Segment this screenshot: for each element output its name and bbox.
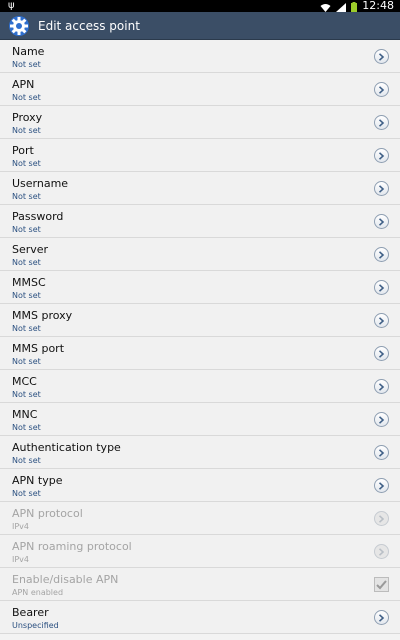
chevron-right-icon[interactable] xyxy=(374,115,389,130)
chevron-right-icon[interactable] xyxy=(374,280,389,295)
setting-label: APN roaming protocol xyxy=(12,540,132,553)
chevron-right-icon[interactable] xyxy=(374,214,389,229)
setting-value: Not set xyxy=(12,159,41,168)
setting-value: Not set xyxy=(12,225,41,234)
chevron-right-icon[interactable] xyxy=(374,148,389,163)
enable-apn-checkbox[interactable] xyxy=(374,577,389,592)
setting-value: Not set xyxy=(12,60,41,69)
usb-icon: ψ xyxy=(8,0,15,11)
setting-value: Not set xyxy=(12,489,41,498)
setting-label: MMS proxy xyxy=(12,309,73,322)
chevron-right-icon[interactable] xyxy=(374,445,389,460)
setting-label: Bearer xyxy=(12,606,49,619)
setting-row[interactable]: Enable/disable APN APN enabled xyxy=(0,568,400,601)
chevron-right-icon[interactable] xyxy=(374,478,389,493)
setting-value: Not set xyxy=(12,93,41,102)
setting-label: Server xyxy=(12,243,49,256)
setting-label: APN type xyxy=(12,474,63,487)
action-bar: Edit access point xyxy=(0,12,400,40)
setting-row[interactable]: MMS port Not set xyxy=(0,337,400,370)
settings-gear-icon[interactable] xyxy=(8,15,30,37)
setting-value: Not set xyxy=(12,456,41,465)
setting-label: MNC xyxy=(12,408,38,421)
status-icons: 12:48 xyxy=(320,0,394,12)
chevron-right-icon[interactable] xyxy=(374,247,389,262)
setting-value: Not set xyxy=(12,258,41,267)
page-title: Edit access point xyxy=(38,18,140,33)
chevron-right-icon[interactable] xyxy=(374,412,389,427)
setting-row[interactable]: Name Not set xyxy=(0,40,400,73)
setting-value: Not set xyxy=(12,291,41,300)
setting-value: Not set xyxy=(12,390,41,399)
setting-row[interactable]: MCC Not set xyxy=(0,370,400,403)
setting-row[interactable]: APN roaming protocol IPv4 xyxy=(0,535,400,568)
setting-label: Username xyxy=(12,177,69,190)
setting-row[interactable]: Server Not set xyxy=(0,238,400,271)
setting-row[interactable]: Password Not set xyxy=(0,205,400,238)
battery-icon xyxy=(351,0,358,16)
setting-value: Not set xyxy=(12,423,41,432)
chevron-right-icon[interactable] xyxy=(374,511,389,526)
setting-label: Authentication type xyxy=(12,441,121,454)
chevron-right-icon[interactable] xyxy=(374,610,389,625)
clock: 12:48 xyxy=(362,0,394,12)
setting-value: Not set xyxy=(12,192,41,201)
status-bar: ψ 12:48 xyxy=(0,0,400,12)
setting-value: IPv4 xyxy=(12,555,30,564)
setting-row[interactable]: APN protocol IPv4 xyxy=(0,502,400,535)
setting-label: Port xyxy=(12,144,34,157)
setting-row[interactable]: MMS proxy Not set xyxy=(0,304,400,337)
setting-row[interactable]: Authentication type Not set xyxy=(0,436,400,469)
chevron-right-icon[interactable] xyxy=(374,82,389,97)
setting-label: APN xyxy=(12,78,35,91)
setting-row[interactable]: Proxy Not set xyxy=(0,106,400,139)
setting-row[interactable]: APN Not set xyxy=(0,73,400,106)
chevron-right-icon[interactable] xyxy=(374,346,389,361)
setting-label: MMS port xyxy=(12,342,65,355)
apn-settings-list: Name Not set APN Not set Proxy Not set Port Not… xyxy=(0,40,400,634)
signal-icon xyxy=(336,0,347,16)
setting-row[interactable]: APN type Not set xyxy=(0,469,400,502)
setting-value: Not set xyxy=(12,126,41,135)
setting-label: MCC xyxy=(12,375,37,388)
chevron-right-icon[interactable] xyxy=(374,379,389,394)
setting-label: Password xyxy=(12,210,64,223)
chevron-right-icon[interactable] xyxy=(374,313,389,328)
chevron-right-icon[interactable] xyxy=(374,49,389,64)
setting-row[interactable]: MMSC Not set xyxy=(0,271,400,304)
setting-value: Not set xyxy=(12,324,41,333)
setting-label: Name xyxy=(12,45,45,58)
setting-value: APN enabled xyxy=(12,588,64,597)
setting-label: APN protocol xyxy=(12,507,83,520)
setting-value: IPv4 xyxy=(12,522,30,531)
setting-row[interactable]: Bearer Unspecified xyxy=(0,601,400,634)
setting-label: MMSC xyxy=(12,276,46,289)
chevron-right-icon[interactable] xyxy=(374,181,389,196)
setting-row[interactable]: Port Not set xyxy=(0,139,400,172)
setting-row[interactable]: MNC Not set xyxy=(0,403,400,436)
setting-value: Not set xyxy=(12,357,41,366)
setting-label: Enable/disable APN xyxy=(12,573,119,586)
setting-row[interactable]: Username Not set xyxy=(0,172,400,205)
wifi-icon xyxy=(320,0,331,16)
setting-label: Proxy xyxy=(12,111,43,124)
setting-value: Unspecified xyxy=(12,621,59,630)
chevron-right-icon[interactable] xyxy=(374,544,389,559)
